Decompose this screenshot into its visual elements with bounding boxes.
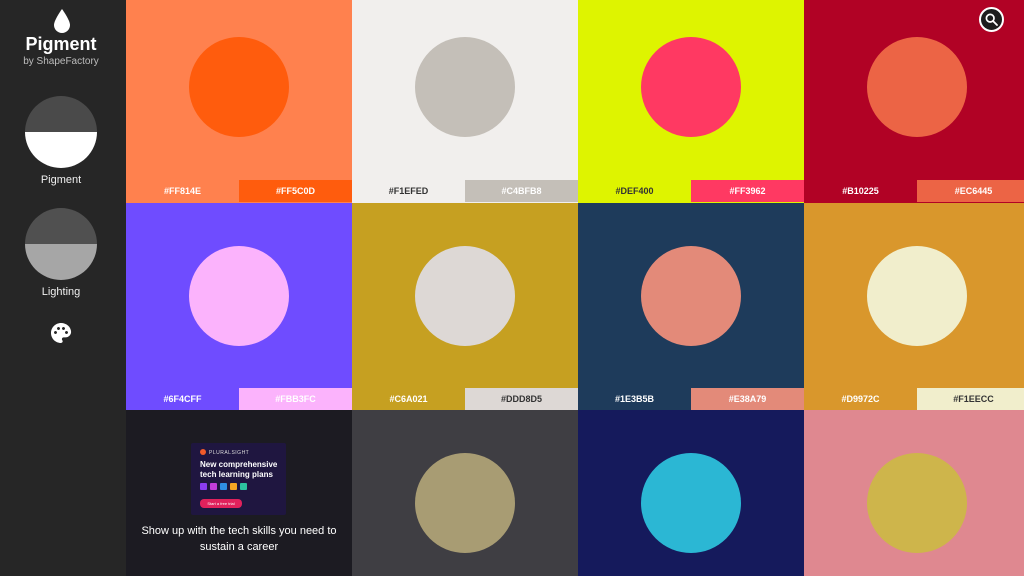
palette-tile[interactable]: #C6A021 #DDD8D5: [352, 203, 578, 410]
color-swatch[interactable]: #FF5C0D: [239, 180, 352, 202]
swatch-bar: #F1EFED #C4BFB8: [352, 180, 578, 202]
palette-tile[interactable]: #1E3B5B #E38A79: [578, 203, 804, 410]
palette-circle: [867, 37, 967, 137]
search-button[interactable]: [979, 7, 1004, 32]
palette-circle: [641, 453, 741, 553]
color-swatch[interactable]: #FBB3FC: [239, 388, 352, 410]
color-swatch[interactable]: #1E3B5B: [578, 388, 691, 410]
palette-tile[interactable]: #6F4CFF #FBB3FC: [126, 203, 352, 410]
palette-circle: [415, 37, 515, 137]
ad-cta-button[interactable]: Start a free trial: [200, 499, 242, 508]
swatch-bar: #B10225 #EC6445: [804, 180, 1024, 202]
sidebar: Pigment by ShapeFactory Pigment Lighting: [0, 0, 126, 576]
color-swatch[interactable]: #DDD8D5: [465, 388, 578, 410]
palette-tile[interactable]: [352, 410, 578, 576]
color-swatch[interactable]: #FF3962: [691, 180, 804, 202]
mode-pigment-button[interactable]: [25, 96, 97, 168]
ad-course-icon: [210, 483, 217, 490]
mode-lighting-top-half: [25, 208, 97, 244]
palette-circle: [189, 246, 289, 346]
palette-circle: [641, 246, 741, 346]
color-swatch[interactable]: #EC6445: [917, 180, 1024, 202]
color-swatch[interactable]: #D9972C: [804, 388, 917, 410]
palette-tile[interactable]: #D9972C #F1EECC: [804, 203, 1024, 410]
color-swatch[interactable]: #E38A79: [691, 388, 804, 410]
ad-course-icon: [200, 483, 207, 490]
swatch-bar: #6F4CFF #FBB3FC: [126, 388, 352, 410]
palette-grid: PLURALSIGHT New comprehensive tech learn…: [126, 0, 1024, 576]
swatch-bar: #C6A021 #DDD8D5: [352, 388, 578, 410]
ad-headline: New comprehensive tech learning plans: [200, 460, 278, 479]
mode-lighting-label: Lighting: [41, 286, 81, 298]
drop-logo-icon: [54, 9, 70, 33]
swatch-bar: #1E3B5B #E38A79: [578, 388, 804, 410]
swatch-bar: #FF814E #FF5C0D: [126, 180, 352, 202]
color-swatch[interactable]: #FF814E: [126, 180, 239, 202]
palette-circle: [189, 37, 289, 137]
color-swatch[interactable]: #B10225: [804, 180, 917, 202]
color-swatch[interactable]: #DEF400: [578, 180, 691, 202]
ad-course-icon: [240, 483, 247, 490]
palette-icon[interactable]: [49, 321, 73, 345]
color-swatch[interactable]: #C6A021: [352, 388, 465, 410]
mode-lighting-button[interactable]: [25, 208, 97, 280]
ad-course-icon: [230, 483, 237, 490]
search-icon: [985, 13, 998, 26]
color-swatch[interactable]: #F1EFED: [352, 180, 465, 202]
palette-circle: [415, 246, 515, 346]
ad-brand: PLURALSIGHT: [209, 450, 250, 456]
palette-circle: [867, 453, 967, 553]
ad-brand-logo-icon: [200, 449, 206, 455]
color-swatch[interactable]: #F1EECC: [917, 388, 1024, 410]
palette-tile[interactable]: #F1EFED #C4BFB8: [352, 0, 578, 203]
mode-pigment-top-half: [25, 96, 97, 132]
color-swatch[interactable]: #6F4CFF: [126, 388, 239, 410]
app-subtitle: by ShapeFactory: [23, 56, 99, 67]
palette-circle: [641, 37, 741, 137]
ad-caption: Show up with the tech skills you need to…: [141, 525, 337, 553]
ad-panel: PLURALSIGHT New comprehensive tech learn…: [126, 410, 352, 576]
palette-circle: [867, 246, 967, 346]
palette-tile[interactable]: [578, 410, 804, 576]
ad-course-icon: [220, 483, 227, 490]
ad-course-icons: [200, 483, 247, 490]
ad-card[interactable]: PLURALSIGHT New comprehensive tech learn…: [191, 443, 286, 515]
mode-pigment-label: Pigment: [40, 174, 82, 186]
palette-tile[interactable]: [804, 410, 1024, 576]
mode-lighting-bottom-half: [25, 244, 97, 280]
swatch-bar: #D9972C #F1EECC: [804, 388, 1024, 410]
color-swatch[interactable]: #C4BFB8: [465, 180, 578, 202]
palette-tile[interactable]: #FF814E #FF5C0D: [126, 0, 352, 203]
mode-pigment-bottom-half: [25, 132, 97, 168]
palette-circle: [415, 453, 515, 553]
palette-tile[interactable]: #DEF400 #FF3962: [578, 0, 804, 203]
swatch-bar: #DEF400 #FF3962: [578, 180, 804, 202]
app-title: Pigment: [25, 34, 97, 54]
